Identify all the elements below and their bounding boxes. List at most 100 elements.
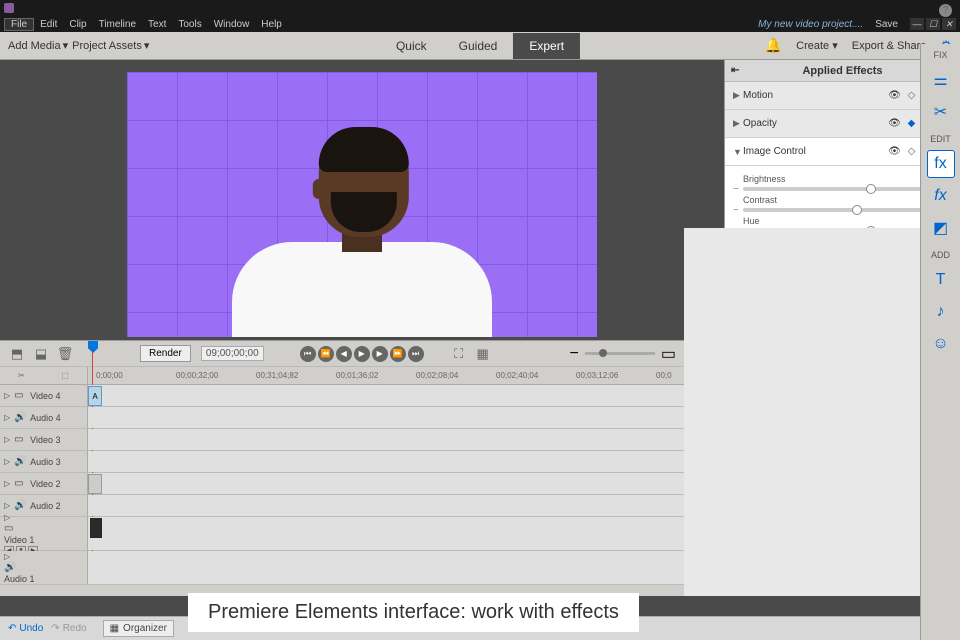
track-header[interactable]: ▷ 🔊 Audio 1: [0, 551, 88, 584]
project-name: My new video project....: [758, 19, 863, 30]
track-content[interactable]: [88, 517, 684, 550]
zoom-in-icon[interactable]: ▭: [661, 344, 676, 364]
track-content[interactable]: [88, 407, 684, 428]
preview-frame[interactable]: [127, 72, 597, 337]
fx-icon[interactable]: fx: [927, 182, 955, 210]
collapse-panel-icon[interactable]: ⇤: [731, 65, 739, 76]
clip[interactable]: A: [88, 386, 102, 406]
fullscreen-icon[interactable]: ⛶: [450, 345, 468, 363]
ruler-tick: 00;31;04;82: [256, 371, 298, 380]
chevron-icon[interactable]: ▷: [4, 552, 10, 561]
stopwatch-icon[interactable]: ◇: [905, 89, 918, 102]
slider-track[interactable]: [743, 187, 950, 191]
close-icon[interactable]: ✕: [942, 18, 956, 30]
track-header[interactable]: ▷ ▭ Video 1◀●▶: [0, 517, 88, 550]
track-header[interactable]: ▷ ▭ Video 3: [0, 429, 88, 450]
chevron-icon[interactable]: ▷: [4, 435, 10, 444]
track-header[interactable]: ▷ 🔊 Audio 4: [0, 407, 88, 428]
track-row: ▷ 🔊 Audio 3: [0, 451, 684, 473]
chevron-icon[interactable]: ▷: [4, 413, 10, 422]
timeline-controls: ⬒ ⬓ 🗑 Render 09;00;00;00 ⏮ ⏪ ◀ ▶ ▶ ⏩ ⏭ ⛶…: [0, 341, 684, 367]
track-name: Audio 4: [30, 413, 61, 423]
app-icon: [4, 3, 14, 13]
menu-file[interactable]: File: [4, 18, 34, 31]
menu-tools[interactable]: Tools: [172, 19, 207, 30]
eye-icon[interactable]: 👁: [888, 117, 901, 130]
adjust-icon[interactable]: ⚌: [927, 66, 955, 94]
fix-label: FIX: [933, 50, 947, 60]
save-button[interactable]: Save: [875, 19, 898, 30]
chevron-down-icon: ▼: [733, 147, 743, 157]
menu-edit[interactable]: Edit: [34, 19, 63, 30]
play-icon[interactable]: ▶: [354, 346, 370, 362]
track-content[interactable]: [88, 551, 684, 584]
render-button[interactable]: Render: [140, 345, 191, 362]
menu-window[interactable]: Window: [208, 19, 256, 30]
tool-razor-icon[interactable]: ✂: [18, 371, 25, 380]
export-button[interactable]: Export & Share: [852, 40, 927, 52]
project-assets-button[interactable]: Project Assets ▾: [72, 39, 149, 52]
track-content[interactable]: [88, 429, 684, 450]
mode-expert[interactable]: Expert: [513, 33, 580, 59]
bell-icon[interactable]: 🔔: [765, 37, 782, 54]
titles-icon[interactable]: T: [927, 266, 955, 294]
track-header[interactable]: ▷ 🔊 Audio 2: [0, 495, 88, 516]
track-header[interactable]: ▷ ▭ Video 4: [0, 385, 88, 406]
next-frame-icon[interactable]: ▶: [372, 346, 388, 362]
menu-text[interactable]: Text: [142, 19, 172, 30]
clip[interactable]: [90, 518, 102, 538]
tool-select-icon[interactable]: ⬚: [61, 371, 69, 380]
step-fwd-icon[interactable]: ⏩: [390, 346, 406, 362]
graphics-icon[interactable]: ☺: [927, 330, 955, 358]
help-icon[interactable]: ?: [939, 4, 952, 17]
add-media-button[interactable]: Add Media ▾: [8, 39, 68, 52]
mode-guided[interactable]: Guided: [443, 33, 514, 59]
goto-end-icon[interactable]: ⏭: [408, 346, 424, 362]
menu-help[interactable]: Help: [255, 19, 288, 30]
menu-timeline[interactable]: Timeline: [93, 19, 142, 30]
chevron-icon[interactable]: ▷: [4, 479, 10, 488]
safe-margin-icon[interactable]: ▦: [474, 345, 492, 363]
menu-clip[interactable]: Clip: [63, 19, 92, 30]
step-back-icon[interactable]: ⏪: [318, 346, 334, 362]
chevron-icon[interactable]: ▷: [4, 391, 10, 400]
tools-icon[interactable]: ✂: [927, 98, 955, 126]
mode-quick[interactable]: Quick: [380, 33, 443, 59]
create-button[interactable]: Create ▾: [796, 39, 838, 52]
minimize-icon[interactable]: —: [910, 18, 924, 30]
maximize-icon[interactable]: ☐: [926, 18, 940, 30]
goto-start-icon[interactable]: ⏮: [300, 346, 316, 362]
chevron-icon[interactable]: ▷: [4, 457, 10, 466]
chevron-icon[interactable]: ▷: [4, 501, 10, 510]
track-content[interactable]: [88, 451, 684, 472]
audio-icon: 🔊: [14, 500, 26, 511]
prev-frame-icon[interactable]: ◀: [336, 346, 352, 362]
fx-applied-icon[interactable]: fx: [927, 150, 955, 178]
track-header[interactable]: ▷ 🔊 Audio 3: [0, 451, 88, 472]
chevron-icon[interactable]: ▷: [4, 513, 10, 522]
eye-icon[interactable]: 👁: [888, 145, 901, 158]
marker2-icon[interactable]: ⬓: [32, 345, 50, 363]
marker-icon[interactable]: ⬒: [8, 345, 26, 363]
track-row: ▷ ▭ Video 3: [0, 429, 684, 451]
slider-label: Contrast: [743, 195, 777, 205]
timecode-display[interactable]: 09;00;00;00: [201, 346, 264, 361]
trash-icon[interactable]: 🗑: [56, 345, 74, 363]
track-content[interactable]: A: [88, 385, 684, 406]
color-icon[interactable]: ◩: [927, 214, 955, 242]
stopwatch-icon[interactable]: ◆: [905, 117, 918, 130]
track-content[interactable]: [88, 473, 684, 494]
eye-icon[interactable]: 👁: [888, 89, 901, 102]
slider-track[interactable]: [743, 208, 950, 212]
track-header[interactable]: ▷ ▭ Video 2: [0, 473, 88, 494]
zoom-out-icon[interactable]: −: [570, 345, 579, 363]
track-content[interactable]: [88, 495, 684, 516]
undo-button[interactable]: ↶ Undo: [8, 623, 43, 634]
music-icon[interactable]: ♪: [927, 298, 955, 326]
timeline-ruler[interactable]: ✂ ⬚ 0;00;0000;00;32;0000;31;04;8200;01;3…: [0, 367, 684, 385]
stopwatch-icon[interactable]: ◇: [905, 145, 918, 158]
organizer-button[interactable]: ▦ Organizer: [103, 620, 174, 637]
slider-brightness: Brightness1.1: [743, 174, 950, 191]
zoom-slider[interactable]: [585, 352, 655, 355]
clip-marker[interactable]: [88, 474, 102, 494]
